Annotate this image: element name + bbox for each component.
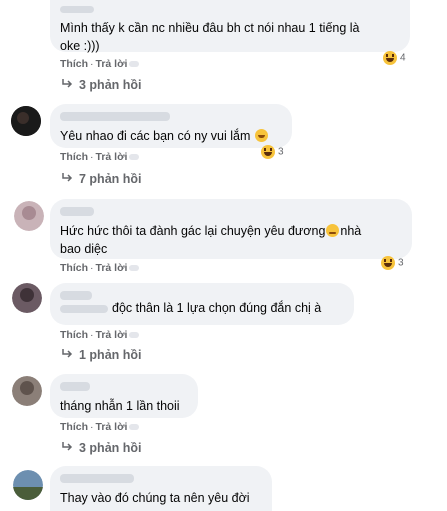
- comment-text: Yêu nhao đi các bạn có ny vui lắm: [60, 127, 282, 145]
- comment-author-name-blurred[interactable]: [60, 6, 94, 13]
- reaction-count: 3: [278, 146, 284, 158]
- comment-text-line: Thay vào đó chúng ta nên yêu đời: [60, 491, 250, 505]
- smiling-emoji-icon: [254, 129, 268, 142]
- reaction-count: 4: [400, 52, 406, 64]
- comment-author-name-blurred[interactable]: [60, 291, 92, 300]
- timestamp-blurred: [129, 154, 140, 161]
- like-link[interactable]: Thích: [60, 151, 88, 163]
- comment-bubble: tháng nhẫn 1 lần thoii: [50, 374, 198, 418]
- avatar[interactable]: [11, 106, 41, 136]
- comment-bubble: Yêu nhao đi các bạn có ny vui lắm: [50, 104, 292, 148]
- comment-author-name-blurred[interactable]: [60, 382, 90, 391]
- reply-link[interactable]: Trả lời: [96, 58, 128, 70]
- like-link[interactable]: Thích: [60, 421, 88, 433]
- haha-reaction-icon: [381, 256, 395, 270]
- reply-link[interactable]: Trả lời: [96, 151, 128, 163]
- comment-bubble: độc thân là 1 lựa chọn đúng đắn chị à: [50, 283, 354, 325]
- view-replies-link[interactable]: 3 phản hồi: [61, 441, 142, 455]
- comment-author-name-blurred[interactable]: [60, 207, 94, 216]
- timestamp-blurred: [129, 61, 140, 68]
- comment-text-line: bao diệc: [60, 242, 108, 256]
- comment-author-name-blurred[interactable]: [60, 112, 170, 121]
- like-link[interactable]: Thích: [60, 262, 88, 274]
- reply-link[interactable]: Trả lời: [96, 329, 128, 341]
- reply-arrow-icon: [61, 348, 73, 362]
- comment-text: độc thân là 1 lựa chọn đúng đắn chị à: [60, 299, 344, 317]
- haha-reaction-icon: [261, 145, 275, 159]
- reaction-summary[interactable]: 4: [383, 51, 406, 65]
- comment-text-line: Mình thấy k cần nc nhiều đâu bh ct nói n…: [60, 21, 360, 35]
- comment-actions: Thích · Trả lời: [60, 58, 140, 70]
- comment-actions: Thích · Trả lời: [60, 151, 140, 163]
- comment-text-line: Hức hức thôi ta đành gác lại chuyện yêu …: [60, 224, 326, 238]
- replies-count-label: 1 phản hồi: [79, 348, 142, 362]
- reply-link[interactable]: Trả lời: [96, 421, 128, 433]
- comment-text-line: Yêu nhao đi các bạn có ny vui lắm: [60, 129, 251, 143]
- comment-actions: Thích · Trả lời: [60, 262, 140, 274]
- replies-count-label: 3 phản hồi: [79, 78, 142, 92]
- avatar[interactable]: [14, 201, 44, 231]
- reaction-count: 3: [398, 257, 404, 269]
- avatar[interactable]: [13, 470, 43, 500]
- comment-text-line: tháng nhẫn 1 lần thoii: [60, 399, 180, 413]
- comment-text-line: oke :))): [60, 39, 100, 53]
- like-link[interactable]: Thích: [60, 58, 88, 70]
- avatar[interactable]: [12, 283, 42, 313]
- timestamp-blurred: [129, 265, 140, 272]
- sad-emoji-icon: [326, 224, 340, 237]
- view-replies-link[interactable]: 3 phản hồi: [61, 78, 142, 92]
- reaction-summary[interactable]: 3: [381, 256, 404, 270]
- replies-count-label: 7 phản hồi: [79, 172, 142, 186]
- tagged-user-blurred[interactable]: [60, 304, 108, 313]
- comment-bubble: Mình thấy k cần nc nhiều đâu bh ct nói n…: [50, 0, 410, 53]
- reply-arrow-icon: [61, 441, 73, 455]
- comment-text: Hức hức thôi ta đành gác lại chuyện yêu …: [60, 222, 402, 240]
- comment-bubble: Hức hức thôi ta đành gác lại chuyện yêu …: [50, 199, 412, 259]
- comment-actions: Thích · Trả lời: [60, 421, 140, 433]
- reply-arrow-icon: [61, 172, 73, 186]
- reaction-summary[interactable]: 3: [261, 145, 284, 159]
- like-link[interactable]: Thích: [60, 329, 88, 341]
- reply-arrow-icon: [61, 78, 73, 92]
- view-replies-link[interactable]: 7 phản hồi: [61, 172, 142, 186]
- comment-text-line: độc thân là 1 lựa chọn đúng đắn chị à: [112, 301, 322, 315]
- view-replies-link[interactable]: 1 phản hồi: [61, 348, 142, 362]
- reply-link[interactable]: Trả lời: [96, 262, 128, 274]
- haha-reaction-icon: [383, 51, 397, 65]
- avatar[interactable]: [12, 376, 42, 406]
- comment-text-suffix: nhà: [340, 224, 362, 238]
- replies-count-label: 3 phản hồi: [79, 441, 142, 455]
- comment-author-name-blurred[interactable]: [60, 474, 134, 483]
- comment-bubble: Thay vào đó chúng ta nên yêu đời: [50, 466, 272, 511]
- timestamp-blurred: [129, 424, 140, 431]
- timestamp-blurred: [129, 332, 140, 339]
- comment-actions: Thích · Trả lời: [60, 329, 140, 341]
